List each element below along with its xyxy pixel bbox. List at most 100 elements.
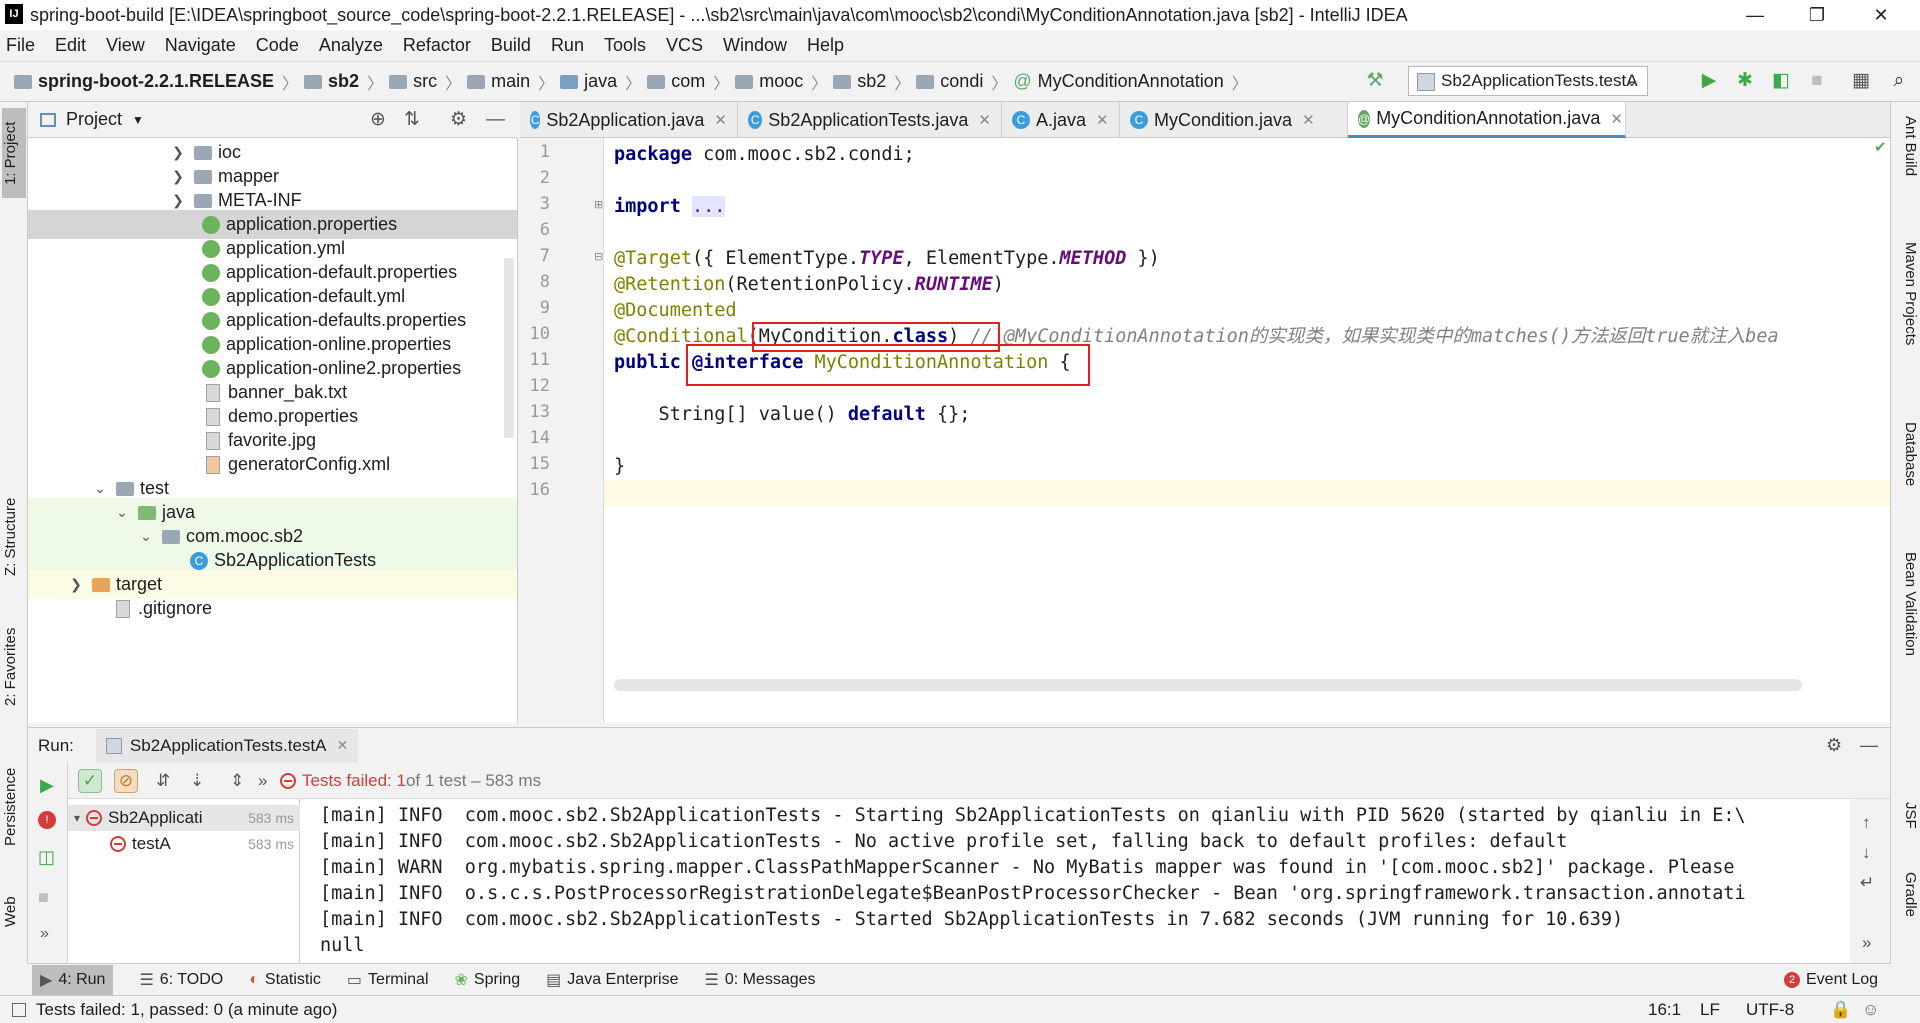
editor-horizontal-scrollbar[interactable] xyxy=(614,679,1802,691)
jsf-tool-tab[interactable]: JSF xyxy=(1895,802,1919,829)
stop-icon[interactable]: ■ xyxy=(1806,70,1828,92)
tab-mycondition[interactable]: C MyCondition.java ✕ xyxy=(1120,102,1348,138)
code-editor[interactable]: package com.mooc.sb2.condi; import ... @… xyxy=(604,138,1890,723)
search-icon[interactable]: ⌕ xyxy=(1888,70,1910,92)
breadcrumb-com[interactable]: com 〉 xyxy=(647,70,729,94)
menu-tools[interactable]: Tools xyxy=(604,35,646,56)
breadcrumb-main[interactable]: main 〉 xyxy=(467,70,554,94)
tool-window-statistic[interactable]: ◐ Statistic xyxy=(249,971,321,989)
line-separator[interactable]: LF xyxy=(1700,1000,1720,1020)
coverage-icon[interactable]: ◧ xyxy=(1770,70,1792,92)
status-message[interactable]: Tests failed: 1, passed: 0 (a minute ago… xyxy=(36,1000,337,1020)
chevron-down-icon[interactable]: ⌄ xyxy=(114,504,130,521)
menu-vcs[interactable]: VCS xyxy=(666,35,703,56)
chevron-down-icon[interactable]: ▾ xyxy=(74,811,80,825)
tab-myconditionannotation[interactable]: @ MyConditionAnnotation.java ✕ xyxy=(1348,102,1626,138)
event-log-button[interactable]: 2 Event Log xyxy=(1784,971,1878,989)
breadcrumb-mooc[interactable]: mooc 〉 xyxy=(735,70,827,94)
arrow-down-icon[interactable]: ↓ xyxy=(1862,843,1871,863)
file-encoding[interactable]: UTF-8 xyxy=(1746,1000,1794,1020)
console-output[interactable]: [main] INFO com.mooc.sb2.Sb2ApplicationT… xyxy=(300,799,1850,963)
gradle-tool-tab[interactable]: Gradle xyxy=(1895,872,1919,917)
show-passed-icon[interactable]: ✓ xyxy=(78,768,102,793)
tool-window-messages[interactable]: ☰ 0: Messages xyxy=(704,970,815,990)
chevron-right-icon[interactable]: ❯ xyxy=(68,576,84,593)
breadcrumb-sb2[interactable]: sb2 〉 xyxy=(304,70,383,94)
menu-view[interactable]: View xyxy=(106,35,145,56)
persistence-tool-tab[interactable]: Persistence xyxy=(2,752,26,862)
inspection-ok-icon[interactable]: ✔ xyxy=(1874,138,1887,156)
project-panel-title[interactable]: Project xyxy=(66,109,122,130)
tab-a-java[interactable]: C A.java ✕ xyxy=(1002,102,1120,138)
project-scrollbar[interactable] xyxy=(504,258,514,438)
favorites-tool-tab[interactable]: 2: Favorites xyxy=(2,612,26,722)
menu-edit[interactable]: Edit xyxy=(55,35,86,56)
tool-window-spring[interactable]: ❀ Spring xyxy=(455,970,521,990)
toggle-auto-test-icon[interactable]: ◫ xyxy=(38,847,55,868)
menu-code[interactable]: Code xyxy=(256,35,299,56)
breadcrumb-condi[interactable]: condi 〉 xyxy=(916,70,1007,94)
tool-window-java-enterprise[interactable]: ▤ Java Enterprise xyxy=(546,970,678,990)
tool-window-todo[interactable]: ☰ 6: TODO xyxy=(139,970,223,990)
show-ignored-icon[interactable]: ⊘ xyxy=(114,768,138,793)
breadcrumb-java[interactable]: java 〉 xyxy=(560,70,641,94)
caret-position[interactable]: 16:1 xyxy=(1648,1000,1681,1020)
build-hammer-icon[interactable]: ⚒ xyxy=(1364,70,1386,92)
gear-icon[interactable]: ⚙ xyxy=(450,108,467,131)
menu-run[interactable]: Run xyxy=(551,35,584,56)
inspector-icon[interactable]: ☺ xyxy=(1862,1000,1879,1020)
close-tab-icon[interactable]: ✕ xyxy=(714,111,727,129)
sort-by-duration-icon[interactable]: ⇣ xyxy=(190,771,204,791)
chevron-right-icon[interactable]: ❯ xyxy=(170,144,186,161)
tool-window-terminal[interactable]: ▭ Terminal xyxy=(347,970,429,990)
close-tab-icon[interactable]: ✕ xyxy=(978,111,991,129)
maximize-button[interactable]: ❐ xyxy=(1794,2,1840,28)
tab-sb2application[interactable]: C Sb2Application.java ✕ xyxy=(520,102,738,138)
menu-navigate[interactable]: Navigate xyxy=(165,35,236,56)
chevron-down-icon[interactable]: ⌄ xyxy=(92,480,108,497)
database-tool-tab[interactable]: Database xyxy=(1895,422,1919,486)
close-tab-icon[interactable]: ✕ xyxy=(1096,111,1109,129)
breadcrumb-src[interactable]: src 〉 xyxy=(389,70,461,94)
debug-icon[interactable]: ✱ xyxy=(1734,70,1756,92)
more-icon[interactable]: » xyxy=(258,771,267,791)
locate-file-icon[interactable]: ⊕ xyxy=(370,108,386,131)
collapse-all-icon[interactable]: ⇅ xyxy=(404,108,420,131)
run-icon[interactable]: ▶ xyxy=(1698,70,1720,92)
rerun-icon[interactable]: ▶ xyxy=(40,775,54,796)
structure-tool-tab[interactable]: Z: Structure xyxy=(2,482,26,592)
expand-all-icon[interactable]: ⇕ xyxy=(230,771,244,791)
chevron-right-icon[interactable]: ❯ xyxy=(170,168,186,185)
menu-file[interactable]: File xyxy=(6,35,35,56)
gear-icon[interactable]: ⚙ xyxy=(1826,735,1842,756)
menu-refactor[interactable]: Refactor xyxy=(403,35,471,56)
web-tool-tab[interactable]: Web xyxy=(2,882,26,942)
arrow-up-icon[interactable]: ↑ xyxy=(1862,813,1871,833)
more-icon[interactable]: » xyxy=(1862,933,1871,953)
bean-validation-tool-tab[interactable]: Bean Validation xyxy=(1895,552,1919,656)
tab-sb2applicationtests[interactable]: C Sb2ApplicationTests.java ✕ xyxy=(738,102,1002,138)
sort-alphabetically-icon[interactable]: ⇵ xyxy=(156,771,170,791)
stop-icon[interactable]: ■ xyxy=(38,887,49,908)
menu-analyze[interactable]: Analyze xyxy=(319,35,383,56)
chevron-down-icon[interactable]: ▼ xyxy=(132,113,144,127)
tool-window-run[interactable]: ▶ 4: Run xyxy=(32,964,114,995)
close-button[interactable]: ✕ xyxy=(1858,2,1904,28)
close-tab-icon[interactable]: ✕ xyxy=(1302,111,1315,129)
fold-icon[interactable]: ⊟ xyxy=(594,250,603,263)
fold-icon[interactable]: ⊞ xyxy=(594,198,603,211)
run-tab[interactable]: Sb2ApplicationTests.testA ✕ xyxy=(95,728,359,763)
minimize-button[interactable]: — xyxy=(1732,2,1778,28)
chevron-down-icon[interactable]: ⌄ xyxy=(138,528,154,545)
menu-window[interactable]: Window xyxy=(723,35,787,56)
chevron-right-icon[interactable]: ❯ xyxy=(170,192,186,209)
run-configuration-select[interactable]: Sb2ApplicationTests.testA ⌄ xyxy=(1408,66,1648,96)
menu-build[interactable]: Build xyxy=(491,35,531,56)
test-case-row[interactable]: testA 583 ms xyxy=(68,831,300,857)
project-structure-icon[interactable]: ▦ xyxy=(1850,70,1872,92)
tree-node-gitignore[interactable]: .gitignore xyxy=(28,594,517,623)
test-suite-row[interactable]: ▾ Sb2Applicati 583 ms xyxy=(68,805,300,831)
hide-panel-icon[interactable]: — xyxy=(486,109,505,131)
rerun-failed-icon[interactable]: ! xyxy=(38,811,56,829)
close-tab-icon[interactable]: ✕ xyxy=(336,737,348,754)
